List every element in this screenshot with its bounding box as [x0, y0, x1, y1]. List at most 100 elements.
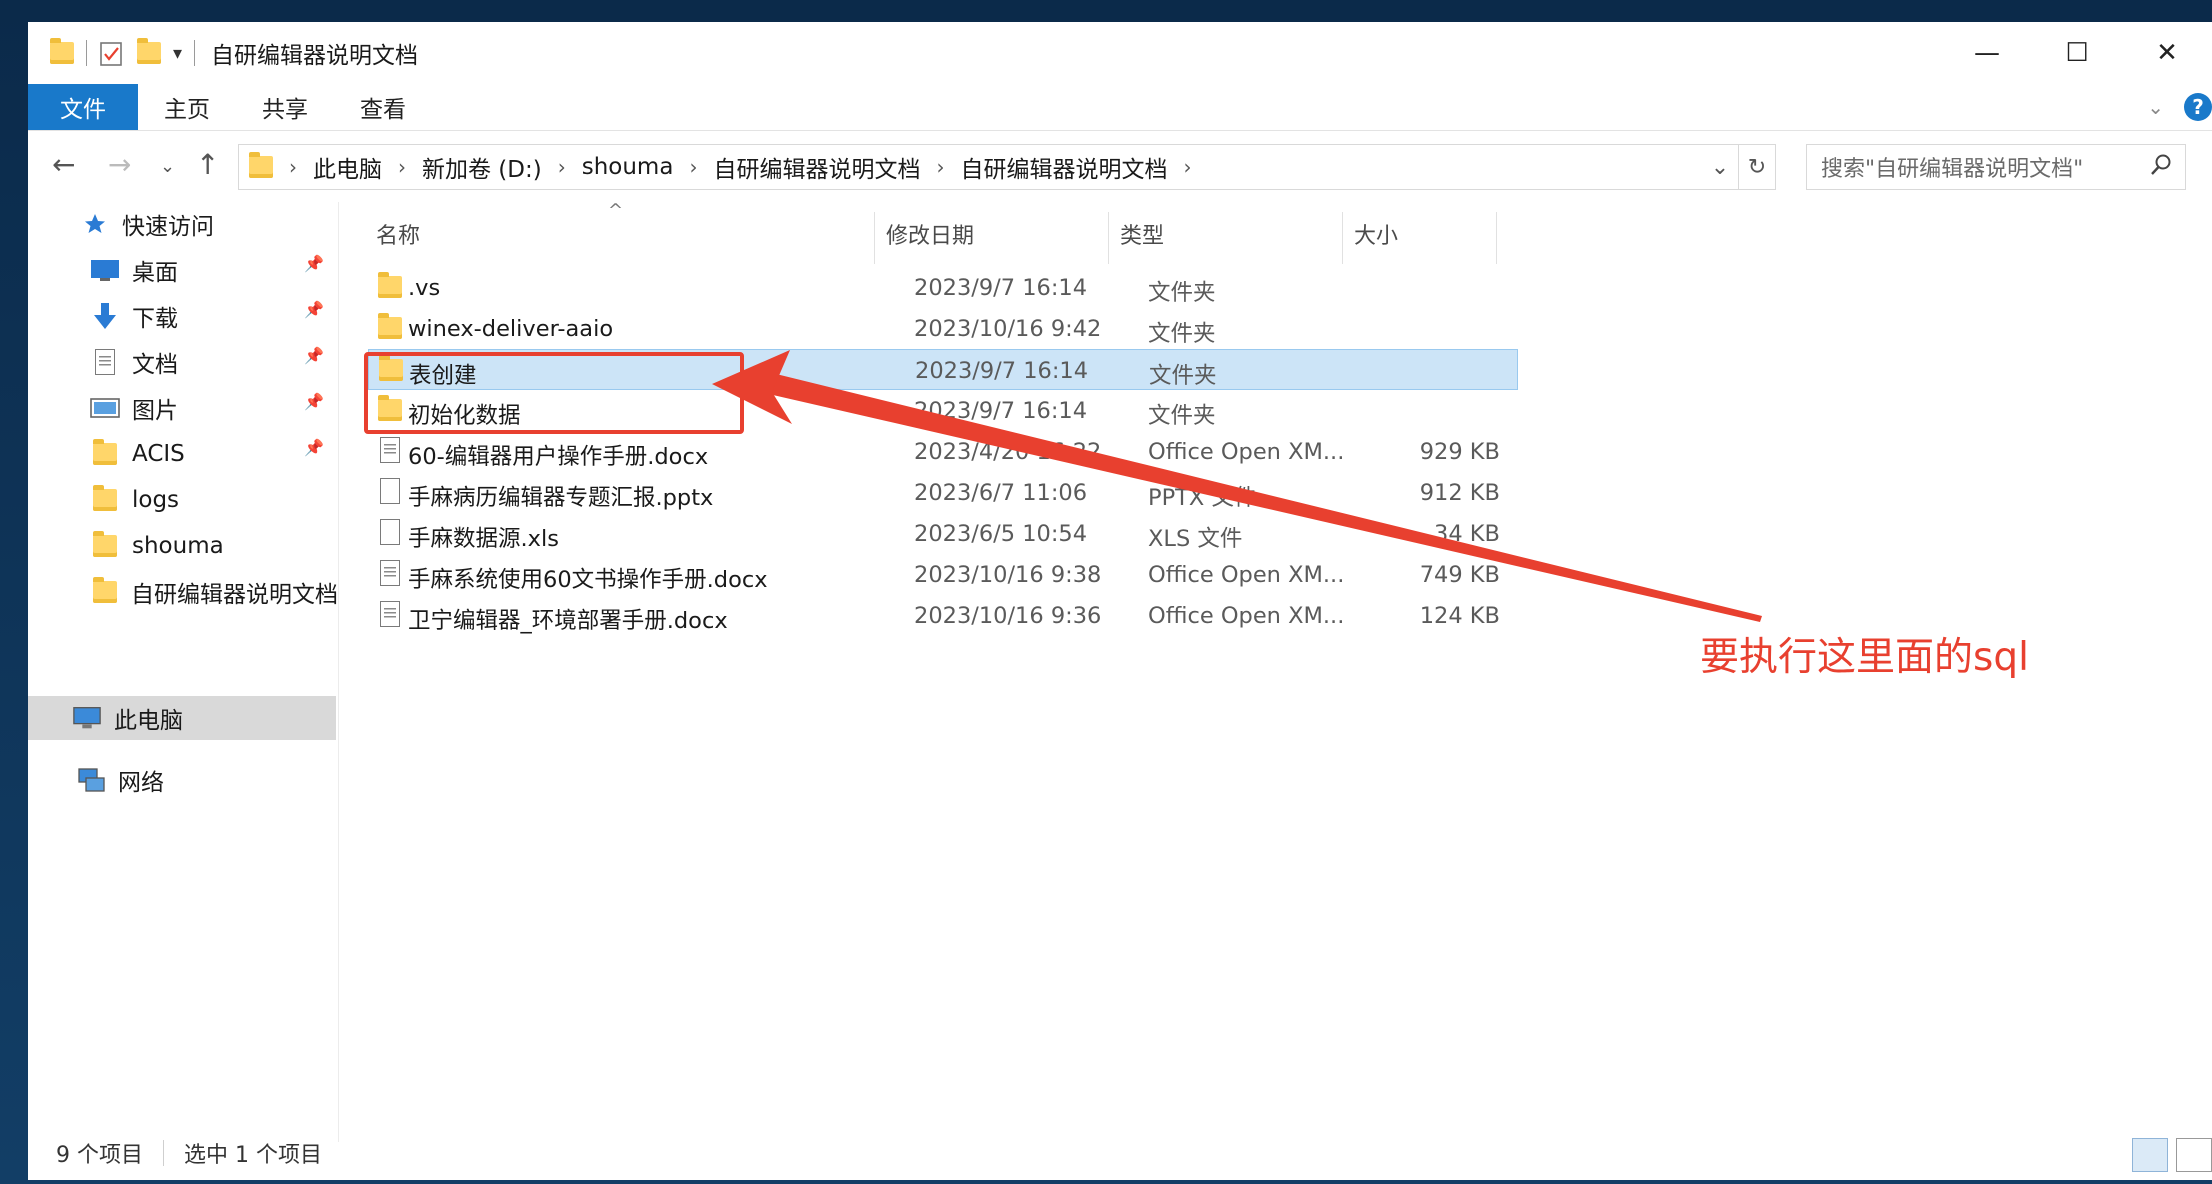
file-row[interactable]: winex-deliver-aaio 2023/10/16 9:42 文件夹 — [368, 308, 1518, 349]
back-icon[interactable]: ← — [52, 148, 75, 181]
document-icon — [90, 349, 120, 375]
file-row[interactable]: 手麻病历编辑器专题汇报.pptx 2023/6/7 11:06 PPTX 文件 … — [368, 472, 1518, 513]
file-type: 文件夹 — [1149, 363, 1217, 389]
tab-share[interactable]: 共享 — [236, 84, 334, 130]
pin-icon[interactable]: 📌 — [304, 438, 324, 457]
sidebar-item-pictures[interactable]: 图片 — [90, 386, 178, 430]
annotation-note: 要执行这里面的sql — [1700, 635, 2029, 680]
file-type: Office Open XM... — [1148, 603, 1345, 629]
expand-ribbon-icon[interactable]: ⌄ — [2147, 95, 2164, 119]
refresh-icon[interactable]: ↻ — [1738, 145, 1775, 189]
new-folder-icon[interactable] — [137, 38, 161, 64]
folder-icon — [93, 485, 117, 511]
pin-icon[interactable]: 📌 — [304, 254, 324, 273]
desktop-icon — [90, 257, 120, 283]
properties-icon[interactable] — [99, 39, 125, 67]
column-header-name[interactable]: 名称 — [376, 210, 420, 258]
file-row[interactable]: 手麻系统使用60文书操作手册.docx 2023/10/16 9:38 Offi… — [368, 554, 1518, 595]
breadcrumb-docs-parent[interactable]: 自研编辑器说明文档 — [713, 150, 920, 184]
sidebar-item-label: 网络 — [118, 770, 164, 796]
breadcrumb-drive-d[interactable]: 新加卷 (D:) — [422, 150, 542, 184]
docx-icon — [380, 437, 400, 463]
file-name: 60-编辑器用户操作手册.docx — [408, 444, 709, 470]
sidebar-item-quick-access[interactable]: 快速访问 — [80, 202, 214, 246]
file-row[interactable]: .vs 2023/9/7 16:14 文件夹 — [368, 267, 1518, 308]
sidebar-item-label: 文档 — [132, 352, 178, 378]
search-icon[interactable] — [2149, 153, 2173, 177]
column-header-type[interactable]: 类型 — [1120, 210, 1164, 258]
sidebar-item-downloads[interactable]: 下载 — [90, 294, 178, 338]
forward-icon[interactable]: → — [108, 148, 131, 181]
status-bar: 9 个项目 选中 1 个项目 — [28, 1130, 2212, 1176]
column-header-date[interactable]: 修改日期 — [886, 210, 974, 258]
address-dropdown-icon[interactable]: ⌄ — [1702, 145, 1738, 189]
close-icon: ✕ — [2156, 38, 2178, 68]
sidebar-item-this-pc[interactable]: 此电脑 — [28, 696, 336, 740]
help-icon[interactable]: ? — [2184, 93, 2212, 121]
tab-view[interactable]: 查看 — [334, 84, 432, 130]
sidebar-item-docs-folder[interactable]: 自研编辑器说明文档 — [90, 570, 338, 614]
file-row[interactable]: 60-编辑器用户操作手册.docx 2023/4/20 16:22 Office… — [368, 431, 1518, 472]
breadcrumb-shouma[interactable]: shouma — [582, 154, 674, 180]
file-size: 124 KB — [1419, 603, 1500, 629]
selection-count: 选中 1 个项目 — [184, 1143, 322, 1168]
details-view-icon[interactable] — [2132, 1138, 2168, 1172]
folder-icon — [50, 38, 74, 64]
file-date: 2023/10/16 9:36 — [914, 603, 1102, 629]
pictures-icon — [90, 395, 120, 421]
file-type: Office Open XM... — [1148, 439, 1345, 465]
sidebar-item-desktop[interactable]: 桌面 — [90, 248, 178, 292]
maximize-button[interactable]: ☐ — [2032, 22, 2122, 84]
file-date: 2023/9/7 16:14 — [914, 275, 1088, 301]
file-date: 2023/9/7 16:14 — [915, 358, 1089, 384]
file-type: 文件夹 — [1148, 321, 1216, 347]
pin-icon[interactable]: 📌 — [304, 392, 324, 411]
tab-file[interactable]: 文件 — [28, 84, 138, 130]
folder-icon — [92, 577, 117, 603]
sidebar-item-shouma[interactable]: shouma — [90, 524, 224, 568]
quick-access-toolbar: ▾ — [50, 38, 196, 67]
close-button[interactable]: ✕ — [2122, 22, 2212, 84]
file-date: 2023/10/16 9:38 — [914, 562, 1102, 588]
file-size: 929 KB — [1419, 439, 1500, 465]
ribbon-right: ⌄ ? — [2147, 84, 2212, 130]
breadcrumb-docs-current[interactable]: 自研编辑器说明文档 — [960, 150, 1167, 184]
sort-ascending-icon: ^ — [608, 200, 624, 221]
pin-icon[interactable]: 📌 — [304, 300, 324, 319]
search-box[interactable]: 搜索"自研编辑器说明文档" — [1806, 144, 2186, 190]
sidebar-item-documents[interactable]: 文档 — [90, 340, 178, 384]
docx-icon — [380, 560, 400, 586]
up-icon[interactable]: ↑ — [196, 148, 219, 181]
recent-locations-icon[interactable]: ⌄ — [160, 156, 175, 177]
sidebar-item-logs[interactable]: logs — [90, 478, 179, 522]
computer-icon — [72, 705, 102, 731]
sidebar-item-label: 快速访问 — [122, 214, 214, 240]
breadcrumb-this-pc[interactable]: 此电脑 — [313, 150, 382, 184]
file-date: 2023/6/5 10:54 — [914, 521, 1088, 547]
minimize-button[interactable]: — — [1942, 22, 2032, 84]
large-icons-view-icon[interactable] — [2176, 1138, 2212, 1172]
navigation-bar: ← → ⌄ ↑ › 此电脑 › 新加卷 (D:) › shouma › 自研编辑… — [28, 142, 2212, 190]
sidebar-item-acis[interactable]: ACIS — [90, 432, 185, 476]
network-icon — [76, 767, 106, 793]
file-name: 手麻数据源.xls — [408, 526, 559, 552]
file-name: 手麻病历编辑器专题汇报.pptx — [408, 485, 714, 511]
file-size: 34 KB — [1434, 521, 1500, 547]
minimize-icon: — — [1974, 38, 2000, 68]
star-icon — [80, 211, 110, 237]
annotation-highlight-box — [364, 352, 744, 434]
sidebar-item-label: 桌面 — [132, 260, 178, 286]
tab-home[interactable]: 主页 — [138, 84, 236, 130]
column-header-size[interactable]: 大小 — [1354, 210, 1398, 258]
address-bar[interactable]: › 此电脑 › 新加卷 (D:) › shouma › 自研编辑器说明文档 › … — [238, 144, 1776, 190]
file-row[interactable]: 卫宁编辑器_环境部署手册.docx 2023/10/16 9:36 Office… — [368, 595, 1518, 636]
sidebar-item-label: 下载 — [132, 306, 178, 332]
file-icon — [380, 519, 400, 545]
explorer-window: ▾ 自研编辑器说明文档 — ☐ ✕ 文件 主页 共享 查看 ⌄ ? ← → ⌄ … — [28, 22, 2212, 1180]
file-row[interactable]: 手麻数据源.xls 2023/6/5 10:54 XLS 文件 34 KB — [368, 513, 1518, 554]
file-type: XLS 文件 — [1148, 526, 1243, 552]
sidebar-item-network[interactable]: 网络 — [76, 758, 164, 802]
download-icon — [90, 303, 120, 329]
customize-toolbar-icon[interactable]: ▾ — [173, 43, 182, 64]
pin-icon[interactable]: 📌 — [304, 346, 324, 365]
